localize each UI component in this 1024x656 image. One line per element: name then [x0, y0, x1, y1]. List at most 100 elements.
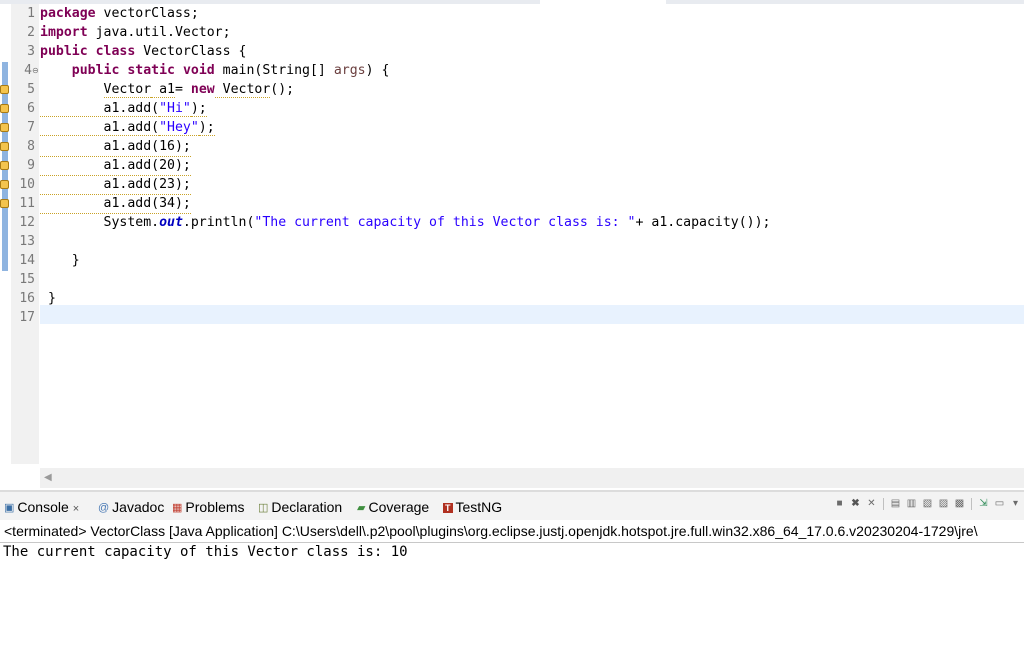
- code-line[interactable]: a1.add(34);: [40, 194, 191, 214]
- code-line[interactable]: }: [40, 289, 56, 308]
- pin-console-icon[interactable]: ⇲: [977, 498, 990, 510]
- code-line[interactable]: System.out.println("The current capacity…: [40, 213, 771, 232]
- string-literal: "Hi": [159, 101, 191, 117]
- code-editor[interactable]: 1 2 3 4 ⊖ 5 6 7 8 9 10 11 12 13 14 15 16…: [0, 0, 1024, 490]
- static-field: out: [159, 215, 183, 230]
- line-number: 9: [27, 158, 35, 173]
- parameter-name: args: [333, 63, 366, 78]
- clear-console-icon[interactable]: ▤: [889, 498, 902, 510]
- line-number: 4: [24, 63, 32, 78]
- remove-launch-icon[interactable]: ✖: [849, 498, 862, 510]
- keyword: void: [182, 63, 215, 78]
- fold-toggle-icon[interactable]: ⊖: [32, 61, 39, 80]
- keyword: public: [71, 63, 120, 78]
- variable-name: a1: [151, 82, 175, 98]
- code-text: =: [175, 82, 191, 97]
- tab-javadoc[interactable]: @ Javadoc: [98, 499, 164, 517]
- code-text: Vector: [214, 82, 271, 98]
- line-number: 8: [27, 139, 35, 154]
- show-on-output-icon[interactable]: ▨: [937, 498, 950, 510]
- code-text: );: [198, 120, 215, 136]
- line-number: 13: [19, 234, 35, 249]
- console-toolbar: ■ ✖ ✕ ▤ ▥ ▧ ▨ ▩ ⇲ ▭ ▾: [833, 497, 1022, 511]
- tab-console[interactable]: ▣ Console ×: [4, 499, 79, 517]
- code-text: + a1.capacity());: [635, 215, 771, 230]
- change-marker[interactable]: [0, 233, 11, 252]
- code-text: java.util.Vector;: [87, 25, 231, 40]
- scroll-lock-icon[interactable]: ▥: [905, 498, 918, 510]
- terminate-icon[interactable]: ■: [833, 498, 846, 510]
- line-number: 12: [19, 215, 35, 230]
- code-line[interactable]: package vectorClass;: [40, 4, 199, 23]
- warning-marker[interactable]: [0, 195, 11, 214]
- code-line[interactable]: public class VectorClass {: [40, 42, 246, 61]
- warning-marker[interactable]: [0, 176, 11, 195]
- change-marker[interactable]: [0, 62, 11, 81]
- tab-label: Coverage: [368, 499, 430, 515]
- code-line[interactable]: Vector a1= new Vector();: [40, 80, 294, 99]
- javadoc-icon: @: [98, 502, 110, 514]
- launch-description: <terminated> VectorClass [Java Applicati…: [4, 523, 978, 539]
- tab-label: Problems: [185, 499, 245, 515]
- line-number: 1: [27, 6, 35, 21]
- code-text: vectorClass;: [95, 6, 199, 21]
- coverage-icon: ▰: [357, 502, 366, 514]
- line-number-gutter[interactable]: 1 2 3 4 ⊖ 5 6 7 8 9 10 11 12 13 14 15 16…: [11, 4, 39, 464]
- code-text: .println(: [182, 215, 255, 230]
- string-literal: "Hey": [159, 120, 199, 136]
- code-text: System.: [40, 215, 160, 230]
- tab-testng[interactable]: T TestNG: [443, 499, 502, 517]
- code-line[interactable]: import java.util.Vector;: [40, 23, 231, 42]
- tab-coverage[interactable]: ▰ Coverage: [357, 499, 429, 517]
- code-line[interactable]: a1.add(20);: [40, 156, 191, 176]
- keyword: new: [190, 82, 215, 97]
- code-line[interactable]: a1.add(16);: [40, 137, 191, 157]
- warning-marker[interactable]: [0, 138, 11, 157]
- keyword: static: [127, 63, 175, 78]
- line-number: 11: [19, 196, 35, 211]
- tab-label: TestNG: [455, 499, 503, 515]
- code-line[interactable]: a1.add("Hi");: [40, 99, 207, 118]
- console-status-line: <terminated> VectorClass [Java Applicati…: [0, 520, 1024, 543]
- console-tab-bar: ▣ Console × @ Javadoc ▦ Problems ◫ Declaratio…: [0, 492, 1024, 521]
- code-text: ) {: [365, 63, 390, 78]
- console-output[interactable]: The current capacity of this Vector clas…: [0, 543, 1024, 656]
- console-output-text: The current capacity of this Vector clas…: [3, 544, 408, 560]
- string-literal: "The current capacity of this Vector cla…: [254, 215, 636, 230]
- code-line[interactable]: a1.add("Hey");: [40, 118, 215, 137]
- console-icon: ▣: [4, 502, 15, 514]
- remove-all-launches-icon[interactable]: ✕: [865, 498, 878, 510]
- keyword: package: [40, 6, 96, 21]
- warning-marker[interactable]: [0, 119, 11, 138]
- tab-declaration[interactable]: ◫ Declaration: [258, 499, 342, 517]
- close-icon[interactable]: ×: [73, 503, 79, 515]
- warning-marker[interactable]: [0, 157, 11, 176]
- code-line[interactable]: }: [40, 251, 80, 270]
- line-number: 7: [27, 120, 35, 135]
- warning-marker[interactable]: [0, 100, 11, 119]
- chevron-down-icon[interactable]: ▾: [1009, 498, 1022, 510]
- code-line[interactable]: public static void main(String[] args) {: [40, 61, 390, 80]
- word-wrap-icon[interactable]: ▧: [921, 498, 934, 510]
- code-text: ();: [270, 82, 295, 97]
- code-line[interactable]: a1.add(23);: [40, 175, 191, 195]
- scroll-left-icon[interactable]: ◀: [44, 472, 52, 483]
- horizontal-scrollbar[interactable]: ◀: [40, 468, 1024, 488]
- show-on-error-icon[interactable]: ▩: [953, 498, 966, 510]
- change-marker[interactable]: [0, 252, 11, 271]
- code-text: );: [190, 101, 207, 117]
- keyword: class: [95, 44, 136, 59]
- line-number: 5: [27, 82, 35, 97]
- tab-problems[interactable]: ▦ Problems: [172, 499, 245, 517]
- display-console-icon[interactable]: ▭: [993, 498, 1006, 510]
- line-number: 17: [19, 310, 35, 325]
- line-number: 16: [19, 291, 35, 306]
- line-number: 3: [27, 44, 35, 59]
- line-number: 14: [19, 253, 35, 268]
- change-marker[interactable]: [0, 214, 11, 233]
- code-text-area[interactable]: package vectorClass; import java.util.Ve…: [40, 4, 1024, 464]
- warning-marker[interactable]: [0, 81, 11, 100]
